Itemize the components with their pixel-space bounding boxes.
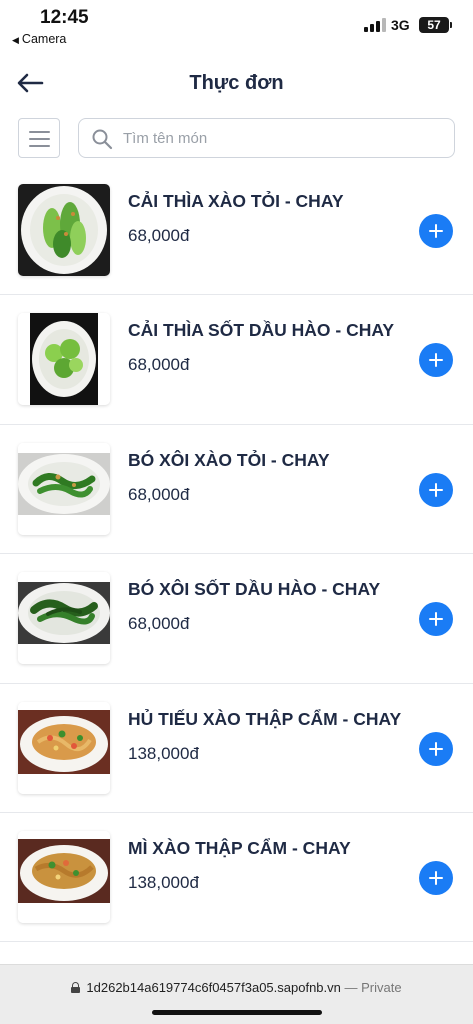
category-menu-button[interactable] <box>18 118 60 158</box>
status-time: 12:45 <box>40 7 89 28</box>
menu-item[interactable]: BÓ XÔI XÀO TỎI - CHAY 68,000đ <box>0 424 473 555</box>
private-mode-label: Private <box>361 980 402 995</box>
page-title: Thực đơn <box>189 72 284 94</box>
add-to-cart-button[interactable] <box>419 860 453 895</box>
menu-item[interactable]: MÌ XÀO THẬP CẨM - CHAY 138,000đ <box>0 812 473 943</box>
search-input[interactable] <box>123 120 443 156</box>
search-box[interactable] <box>78 118 455 158</box>
dish-name: CẢI THÌA SỐT DẦU HÀO - CHAY <box>128 320 395 341</box>
home-indicator[interactable] <box>152 1010 322 1015</box>
dish-name: CẢI THÌA XÀO TỎI - CHAY <box>128 191 344 211</box>
menu-item[interactable]: CẢI THÌA SỐT DẦU HÀO - CHAY 68,000đ <box>0 295 473 425</box>
dish-price: 68,000đ <box>128 226 190 245</box>
dish-image <box>18 701 110 794</box>
menu-item[interactable]: BÓ XÔI SỐT DẦU HÀO - CHAY 68,000đ <box>0 554 473 684</box>
add-to-cart-button[interactable] <box>419 472 453 507</box>
dish-name: HỦ TIẾU XÀO THẬP CẨM - CHAY <box>128 708 402 729</box>
dish-name: BÓ XÔI XÀO TỎI - CHAY <box>128 449 330 470</box>
network-type: 3G <box>391 17 410 33</box>
dish-image <box>18 572 110 665</box>
url-separator: — <box>340 980 362 995</box>
add-to-cart-button[interactable] <box>419 602 453 637</box>
status-bar: 12:45 ◀ Camera 3G 57 <box>0 0 473 52</box>
dish-image <box>18 442 110 535</box>
url-text: 1d262b14a619774c6f0457f3a05.sapofnb.vn <box>86 980 341 995</box>
add-to-cart-button[interactable] <box>419 343 453 378</box>
dish-price: 138,000đ <box>128 743 199 763</box>
search-icon <box>92 129 113 150</box>
dish-price: 68,000đ <box>128 614 190 634</box>
dish-image <box>18 184 110 276</box>
dish-price: 138,000đ <box>128 872 199 892</box>
battery-icon: 57 <box>419 17 452 33</box>
dish-price: 68,000đ <box>128 355 190 375</box>
menu-item[interactable]: HỦ TIẾU XÀO THẬP CẨM - CHAY 138,000đ <box>0 683 473 813</box>
add-to-cart-button[interactable] <box>419 214 453 248</box>
lock-icon <box>71 982 81 993</box>
page-header: Thực đơn <box>0 52 473 112</box>
dish-price: 68,000đ <box>128 484 190 504</box>
menu-list: CẢI THÌA XÀO TỎI - CHAY 68,000đ CẢI THÌA… <box>0 166 473 943</box>
back-to-app-link[interactable]: ◀ Camera <box>12 32 66 46</box>
back-triangle-icon: ◀ <box>12 35 19 45</box>
dish-name: BÓ XÔI SỐT DẦU HÀO - CHAY <box>128 579 381 600</box>
url-display[interactable]: 1d262b14a619774c6f0457f3a05.sapofnb.vn —… <box>0 980 473 995</box>
back-app-label: Camera <box>21 32 67 46</box>
signal-strength-icon <box>364 18 386 32</box>
dish-image <box>18 830 110 923</box>
add-to-cart-button[interactable] <box>419 731 453 766</box>
dish-name: MÌ XÀO THẬP CẨM - CHAY <box>128 837 351 858</box>
menu-item[interactable]: CẢI THÌA XÀO TỎI - CHAY 68,000đ <box>0 166 473 296</box>
dish-image <box>18 313 110 406</box>
browser-url-bar[interactable]: 1d262b14a619774c6f0457f3a05.sapofnb.vn —… <box>0 964 473 1024</box>
